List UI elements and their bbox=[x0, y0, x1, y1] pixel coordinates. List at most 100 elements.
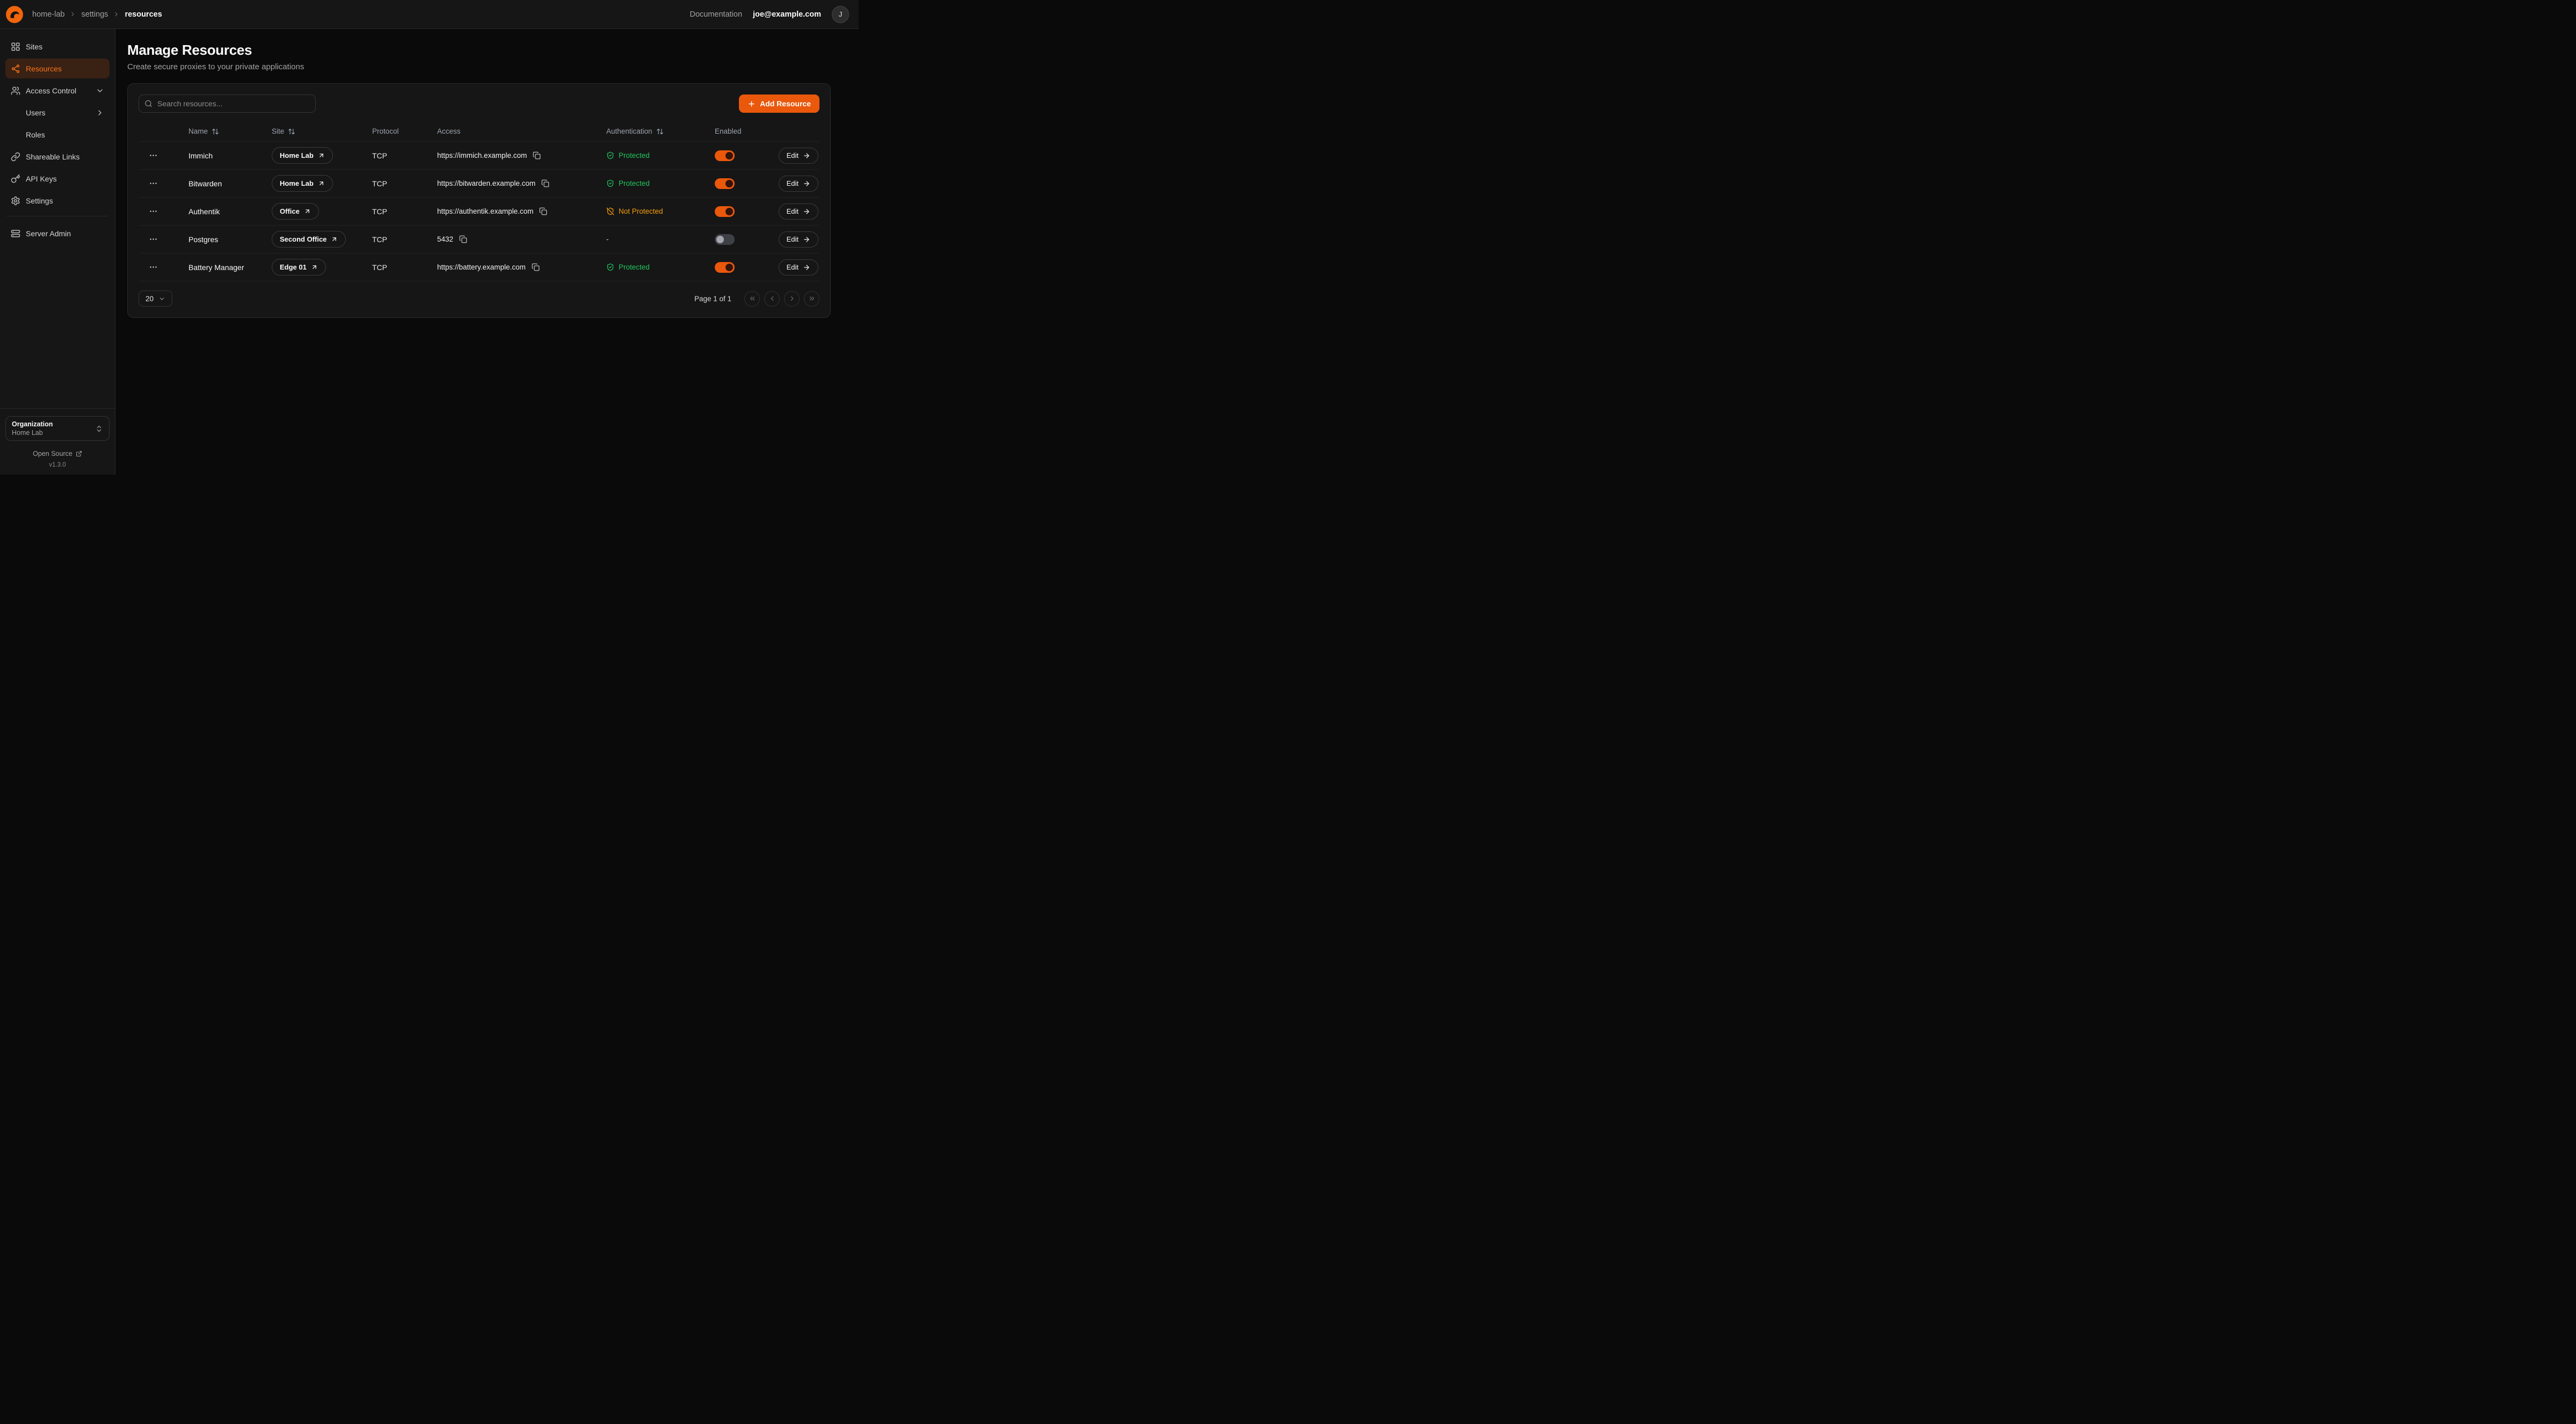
sidebar-item-label: Shareable Links bbox=[26, 152, 79, 161]
documentation-link[interactable]: Documentation bbox=[690, 10, 743, 19]
site-link-button[interactable]: Office bbox=[272, 203, 319, 220]
last-page-button[interactable] bbox=[804, 291, 819, 307]
copy-icon bbox=[532, 263, 540, 271]
breadcrumb: home-lab settings resources bbox=[32, 10, 162, 19]
organization-selector[interactable]: Organization Home Lab bbox=[5, 416, 110, 441]
next-page-button[interactable] bbox=[784, 291, 800, 307]
sidebar-item-sites[interactable]: Sites bbox=[5, 37, 110, 56]
protocol-value: TCP bbox=[372, 207, 387, 216]
external-link-icon bbox=[76, 451, 82, 457]
site-name: Second Office bbox=[280, 235, 326, 243]
add-resource-button[interactable]: Add Resource bbox=[739, 95, 819, 113]
chevron-right-icon bbox=[96, 108, 104, 117]
sidebar-item-label: Roles bbox=[26, 130, 45, 139]
organization-value: Home Lab bbox=[12, 429, 53, 437]
edit-label: Edit bbox=[787, 151, 799, 159]
sidebar-item-label: Access Control bbox=[26, 86, 76, 95]
column-header-site[interactable]: Site bbox=[272, 127, 372, 135]
enabled-toggle[interactable] bbox=[715, 178, 735, 189]
edit-button[interactable]: Edit bbox=[779, 176, 818, 192]
sidebar: Sites Resources Access Control Users Roles Sh… bbox=[0, 29, 115, 475]
ellipsis-icon bbox=[149, 151, 158, 160]
row-actions-button[interactable] bbox=[146, 177, 160, 191]
prev-page-button[interactable] bbox=[764, 291, 780, 307]
row-actions-button[interactable] bbox=[146, 205, 160, 219]
open-source-link[interactable]: Open Source bbox=[5, 450, 110, 457]
page-title: Manage Resources bbox=[127, 42, 831, 59]
site-link-button[interactable]: Edge 01 bbox=[272, 259, 326, 275]
sidebar-item-api-keys[interactable]: API Keys bbox=[5, 169, 110, 188]
table-row: Postgres Second Office TCP 5432 - Edit bbox=[139, 226, 819, 253]
column-header-name[interactable]: Name bbox=[188, 127, 272, 135]
avatar[interactable]: J bbox=[832, 6, 849, 23]
edit-button[interactable]: Edit bbox=[779, 231, 818, 248]
site-link-button[interactable]: Home Lab bbox=[272, 175, 333, 192]
enabled-toggle[interactable] bbox=[715, 262, 735, 273]
copy-button[interactable] bbox=[533, 151, 541, 159]
copy-button[interactable] bbox=[539, 207, 547, 215]
sort-icon[interactable] bbox=[212, 128, 219, 135]
site-link-button[interactable]: Home Lab bbox=[272, 147, 333, 164]
sort-icon[interactable] bbox=[656, 128, 664, 135]
sidebar-item-shareable-links[interactable]: Shareable Links bbox=[5, 147, 110, 166]
table-row: Authentik Office TCP https://authentik.e… bbox=[139, 198, 819, 226]
sidebar-item-server-admin[interactable]: Server Admin bbox=[5, 223, 110, 243]
app-logo[interactable] bbox=[5, 5, 24, 24]
sidebar-item-access-control[interactable]: Access Control bbox=[5, 81, 110, 100]
copy-button[interactable] bbox=[532, 263, 540, 271]
external-link-icon bbox=[311, 264, 318, 271]
sort-icon[interactable] bbox=[288, 128, 295, 135]
sidebar-item-roles[interactable]: Roles bbox=[5, 125, 110, 144]
sidebar-nav: Sites Resources Access Control Users Roles Sh… bbox=[0, 37, 115, 408]
shield-check-icon bbox=[606, 151, 614, 159]
chevron-down-icon bbox=[158, 295, 165, 302]
sidebar-footer: Organization Home Lab Open Source v1.3.0 bbox=[0, 408, 115, 468]
organization-label: Organization bbox=[12, 420, 53, 428]
toggle-knob bbox=[725, 264, 733, 271]
column-header-authentication[interactable]: Authentication bbox=[606, 127, 715, 135]
enabled-toggle[interactable] bbox=[715, 234, 735, 245]
site-name: Office bbox=[280, 207, 300, 215]
site-link-button[interactable]: Second Office bbox=[272, 231, 346, 248]
user-email[interactable]: joe@example.com bbox=[753, 10, 821, 19]
sidebar-item-users[interactable]: Users bbox=[5, 103, 110, 122]
copy-button[interactable] bbox=[459, 235, 467, 243]
edit-button[interactable]: Edit bbox=[779, 204, 818, 220]
table-row: Immich Home Lab TCP https://immich.examp… bbox=[139, 142, 819, 170]
auth-status: Protected bbox=[619, 263, 650, 271]
column-header-enabled: Enabled bbox=[715, 127, 777, 135]
chevrons-right-icon bbox=[808, 295, 816, 302]
sidebar-item-label: Settings bbox=[26, 197, 53, 205]
protocol-value: TCP bbox=[372, 179, 387, 188]
search-input[interactable] bbox=[139, 95, 316, 113]
sidebar-item-settings[interactable]: Settings bbox=[5, 191, 110, 210]
row-actions-button[interactable] bbox=[146, 233, 160, 246]
resources-card: Add Resource NameSiteProtocolAccessAuthe… bbox=[127, 83, 831, 318]
page-size-select[interactable]: 20 bbox=[139, 290, 172, 307]
chevron-right-icon bbox=[69, 11, 76, 18]
sidebar-item-label: Server Admin bbox=[26, 229, 71, 238]
resource-name: Immich bbox=[188, 151, 213, 160]
arrow-right-icon bbox=[803, 236, 810, 243]
edit-label: Edit bbox=[787, 235, 799, 243]
edit-button[interactable]: Edit bbox=[779, 148, 818, 164]
breadcrumb-settings[interactable]: settings bbox=[81, 10, 108, 19]
breadcrumb-org[interactable]: home-lab bbox=[32, 10, 64, 19]
sidebar-item-resources[interactable]: Resources bbox=[5, 59, 110, 78]
version-label: v1.3.0 bbox=[5, 462, 110, 468]
enabled-toggle[interactable] bbox=[715, 206, 735, 217]
toggle-knob bbox=[716, 236, 724, 243]
enabled-toggle[interactable] bbox=[715, 150, 735, 161]
row-actions-button[interactable] bbox=[146, 149, 160, 163]
protocol-value: TCP bbox=[372, 151, 387, 160]
shield-check-icon bbox=[606, 263, 614, 271]
edit-button[interactable]: Edit bbox=[779, 259, 818, 275]
resources-table: NameSiteProtocolAccessAuthenticationEnab… bbox=[139, 121, 819, 281]
column-header-protocol: Protocol bbox=[372, 127, 437, 135]
edit-label: Edit bbox=[787, 207, 799, 215]
first-page-button[interactable] bbox=[744, 291, 760, 307]
copy-button[interactable] bbox=[541, 179, 549, 187]
ellipsis-icon bbox=[149, 207, 158, 216]
row-actions-button[interactable] bbox=[146, 260, 160, 274]
auth-status: Not Protected bbox=[619, 207, 663, 215]
